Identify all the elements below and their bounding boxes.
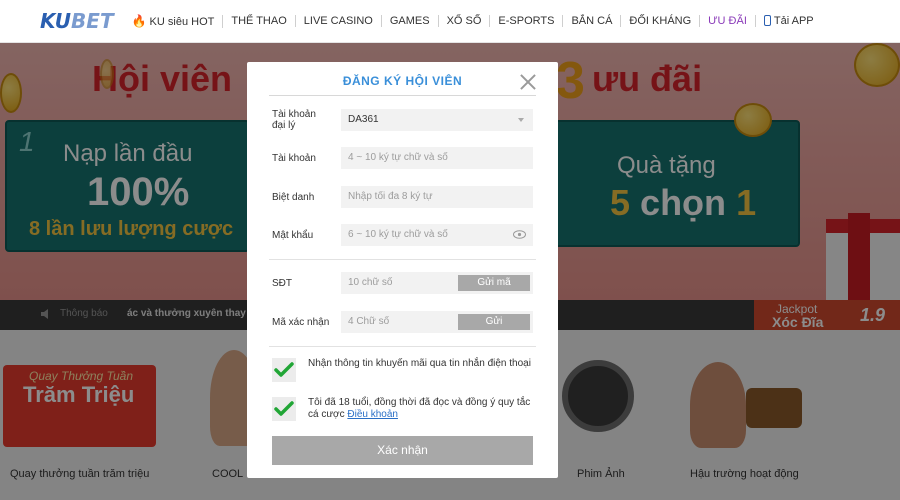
top-navigation: KUBET 🔥 KU siêu HOT THỂ THAO LIVE CASINO … [0, 0, 900, 43]
kubet-logo[interactable]: KUBET [40, 9, 114, 33]
send-code-button[interactable]: Gửi mã [458, 275, 530, 291]
checkmark-icon [274, 401, 294, 416]
fire-icon: 🔥 [131, 13, 147, 28]
send-otp-button[interactable]: Gửi [458, 314, 530, 330]
title-divider [269, 95, 536, 96]
close-icon[interactable] [519, 73, 537, 91]
nav-label: ĐỐI KHÁNG [629, 15, 692, 27]
logo-ku-text: KU [40, 9, 72, 33]
password-label: Mật khẩu [272, 230, 314, 241]
caret-down-icon [518, 118, 524, 122]
main-nav: 🔥 KU siêu HOT THỂ THAO LIVE CASINO GAMES … [124, 13, 822, 28]
label-line: đại lý [272, 120, 296, 131]
eye-icon[interactable] [513, 230, 526, 239]
password-input[interactable]: 6 ~ 10 ký tự chữ và số [341, 224, 533, 246]
terms-link[interactable]: Điều khoản [347, 409, 398, 420]
nav-label: KU siêu HOT [149, 15, 215, 28]
nav-doi-khang[interactable]: ĐỐI KHÁNG [621, 15, 701, 27]
phone-icon [763, 15, 771, 26]
agent-account-label: Tài khoản đại lý [272, 109, 316, 131]
nav-label: BẮN CÁ [571, 15, 613, 27]
nav-the-thao[interactable]: THỂ THAO [223, 15, 296, 27]
nav-label: XỔ SỐ [446, 15, 482, 27]
nav-ku-hot[interactable]: 🔥 KU siêu HOT [124, 13, 224, 28]
nav-label: LIVE CASINO [303, 15, 373, 27]
nav-label: THỂ THAO [231, 15, 287, 27]
checkmark-icon [274, 362, 294, 377]
nav-label: ƯU ĐÃI [708, 15, 747, 27]
nav-label: GAMES [389, 15, 430, 27]
nav-ban-ca[interactable]: BẮN CÁ [563, 15, 622, 27]
phone-label: SĐT [272, 278, 292, 289]
age-terms-text: Tôi đã 18 tuổi, đồng thời đã đọc và đồng… [308, 397, 538, 421]
nav-xo-so[interactable]: XỔ SỐ [439, 15, 491, 27]
register-modal: ĐĂNG KÝ HỘI VIÊN Tài khoản đại lý DA361 … [247, 62, 558, 478]
nav-label: Tải APP [773, 15, 814, 27]
nav-tai-app[interactable]: Tải APP [756, 15, 822, 27]
nav-esports[interactable]: E-SPORTS [490, 15, 564, 27]
terms-text: Tôi đã 18 tuổi, đồng thời đã đọc và đồng… [308, 397, 531, 420]
form-divider [269, 259, 536, 260]
nickname-input[interactable]: Nhập tối đa 8 ký tự [341, 186, 533, 208]
nav-games[interactable]: GAMES [382, 15, 439, 27]
confirm-button[interactable]: Xác nhận [272, 436, 533, 465]
nav-label: E-SPORTS [498, 15, 555, 27]
nav-live-casino[interactable]: LIVE CASINO [296, 15, 382, 27]
promo-sms-checkbox[interactable] [272, 358, 296, 382]
nav-uu-dai[interactable]: ƯU ĐÃI [700, 15, 756, 27]
nickname-label: Biệt danh [272, 192, 315, 203]
otp-label: Mã xác nhận [272, 317, 330, 328]
promo-sms-text: Nhận thông tin khuyến mãi qua tin nhắn đ… [308, 358, 531, 369]
account-label: Tài khoản [272, 153, 316, 164]
logo-bet-text: BET [71, 9, 114, 33]
label-line: Tài khoản [272, 109, 316, 120]
modal-title: ĐĂNG KÝ HỘI VIÊN [342, 74, 463, 88]
account-input[interactable]: 4 ~ 10 ký tự chữ và số [341, 147, 533, 169]
age-terms-checkbox[interactable] [272, 397, 296, 421]
form-divider [269, 346, 536, 347]
agent-account-select[interactable]: DA361 [341, 109, 533, 131]
